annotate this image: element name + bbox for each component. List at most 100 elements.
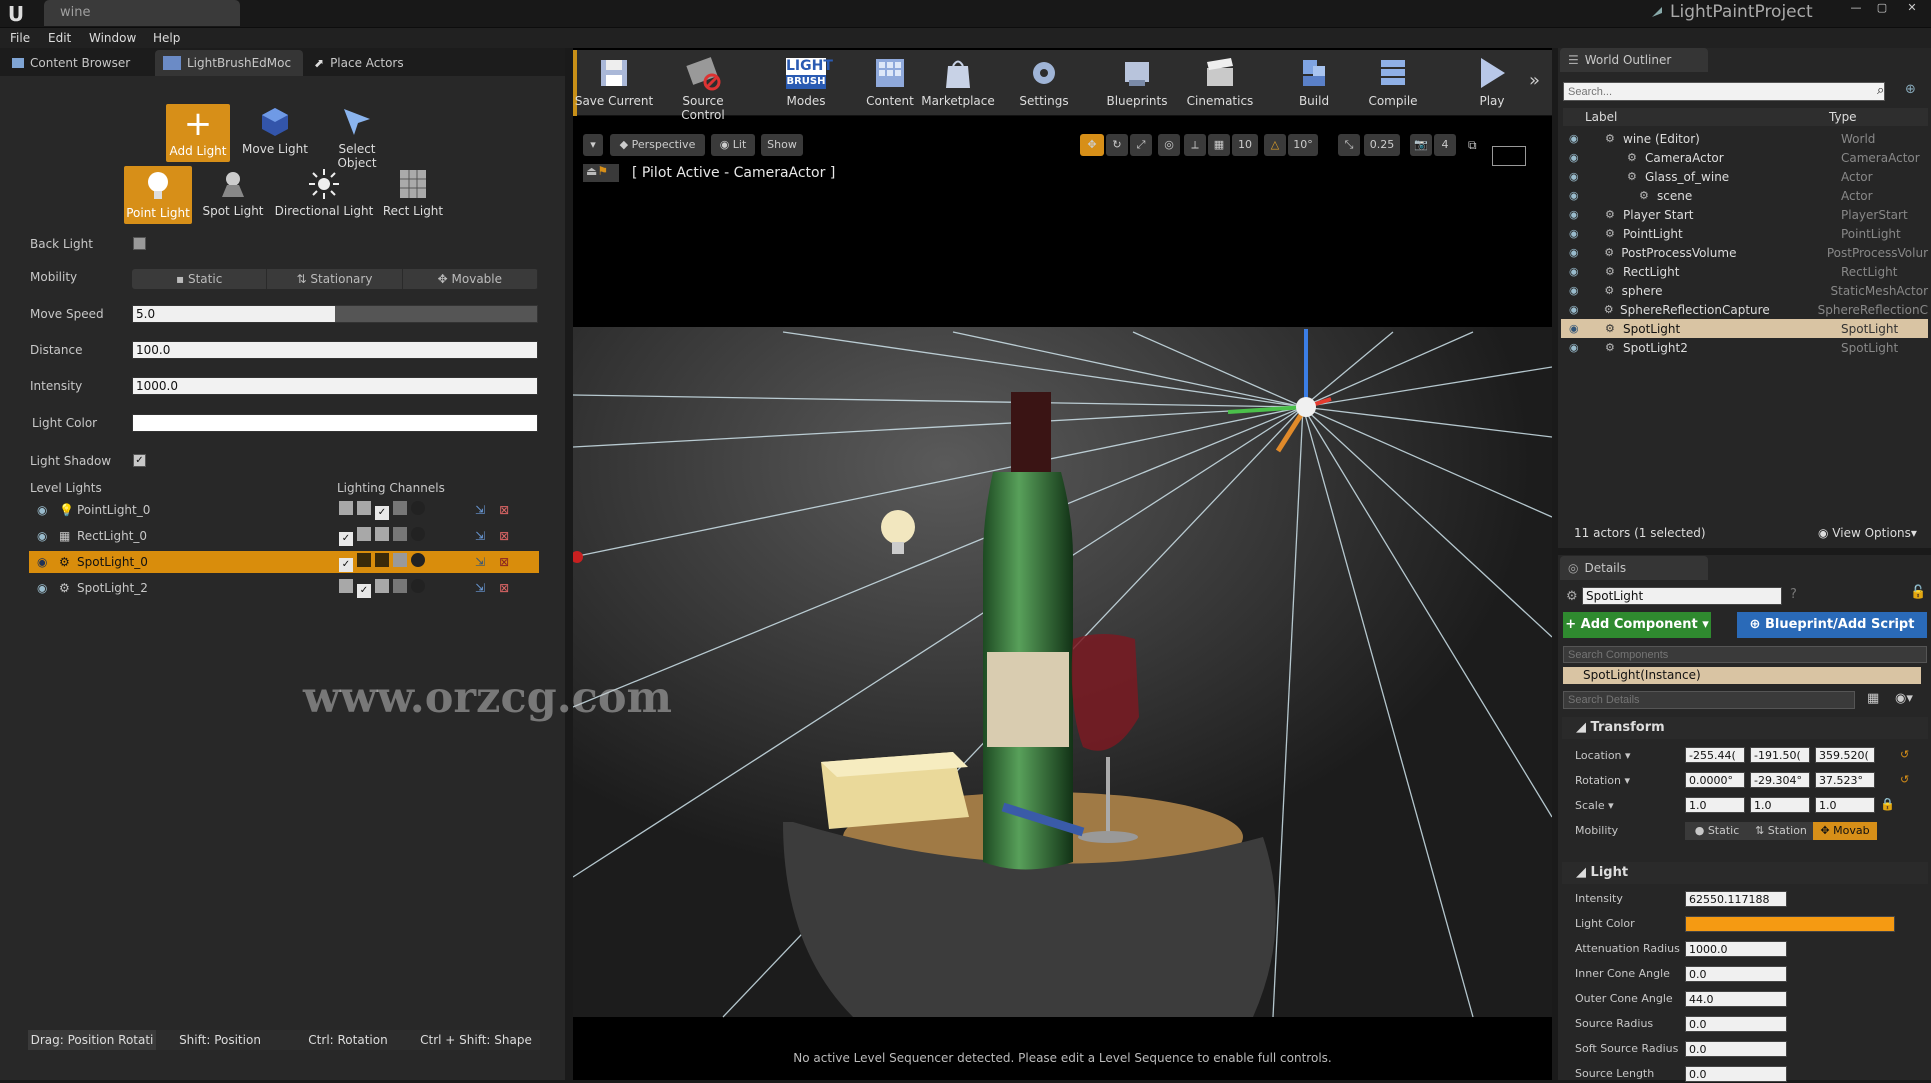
menu-edit[interactable]: Edit bbox=[48, 31, 71, 45]
outliner-row[interactable]: ◉ ⚙ PostProcessVolume PostProcessVolur bbox=[1561, 243, 1928, 262]
delete-icon[interactable]: ⊠ bbox=[499, 581, 509, 595]
level-light-row-selected[interactable]: ◉ ⚙ SpotLight_0 ✓ ⇲ ⊠ bbox=[29, 551, 539, 573]
perspective-button[interactable]: ◆ Perspective bbox=[610, 134, 705, 156]
scale-snap-value[interactable]: 0.25 bbox=[1364, 134, 1400, 156]
channel-1-checkbox[interactable] bbox=[357, 526, 371, 541]
visibility-filter-icon[interactable]: ◉▾ bbox=[1895, 691, 1913, 706]
level-light-row[interactable]: ◉ ▦ RectLight_0 ✓ ⇲ ⊠ bbox=[29, 525, 539, 547]
build-button[interactable]: Build bbox=[1274, 54, 1354, 108]
mobility-movable[interactable]: ✥ Movable bbox=[403, 269, 538, 289]
compile-button[interactable]: Compile bbox=[1353, 54, 1433, 108]
transform-section[interactable]: ◢ Transform bbox=[1562, 717, 1928, 739]
viewport-scene[interactable] bbox=[573, 117, 1552, 1080]
outliner-row[interactable]: ◉ ⚙ PointLight PointLight bbox=[1561, 224, 1928, 243]
channel-0-checkbox[interactable]: ✓ bbox=[339, 531, 353, 546]
outliner-row[interactable]: ◉ ⚙ SpotLight SpotLight bbox=[1561, 319, 1928, 338]
select-object-button[interactable]: Select Object bbox=[318, 104, 396, 170]
dark-icon[interactable] bbox=[411, 500, 425, 515]
light-prop-field[interactable]: 1000.0 bbox=[1685, 941, 1787, 957]
grid-size-value[interactable]: 10 bbox=[1232, 134, 1258, 156]
light-shadow-checkbox[interactable]: ✓ bbox=[133, 454, 146, 467]
point-light-button[interactable]: Point Light bbox=[124, 166, 192, 224]
scale-mode-icon[interactable]: ⤢ bbox=[1130, 134, 1152, 156]
locate-icon[interactable]: ⇲ bbox=[475, 503, 485, 517]
grid-snap-icon[interactable]: ▦ bbox=[1208, 134, 1230, 156]
outliner-row[interactable]: ◉ ⚙ sphere StaticMeshActor bbox=[1561, 281, 1928, 300]
delete-icon[interactable]: ⊠ bbox=[499, 529, 509, 543]
outliner-search-input[interactable] bbox=[1563, 82, 1885, 101]
eye-icon[interactable]: ◉ bbox=[37, 529, 51, 543]
outliner-row[interactable]: ◉ ⚙ SpotLight2 SpotLight bbox=[1561, 338, 1928, 357]
level-light-row[interactable]: ◉ ⚙ SpotLight_2 ✓ ⇲ ⊠ bbox=[29, 577, 539, 599]
directional-light-button[interactable]: Directional Light bbox=[274, 166, 374, 218]
delete-icon[interactable]: ⊠ bbox=[499, 555, 509, 569]
minimize-button[interactable]: — bbox=[1842, 0, 1870, 16]
outliner-row[interactable]: ◉ ⚙ RectLight RectLight bbox=[1561, 262, 1928, 281]
eye-icon[interactable]: ◉ bbox=[1569, 265, 1583, 279]
tab-details[interactable]: ◎ Details bbox=[1560, 556, 1708, 580]
eye-icon[interactable]: ◉ bbox=[1569, 151, 1583, 165]
search-details-input[interactable] bbox=[1563, 691, 1855, 709]
channel-1-checkbox[interactable] bbox=[357, 500, 371, 515]
move-light-button[interactable]: Move Light bbox=[240, 104, 310, 156]
rotate-mode-icon[interactable]: ↻ bbox=[1106, 134, 1128, 156]
outliner-row[interactable]: ◉ ⚙ wine (Editor) World bbox=[1561, 129, 1928, 148]
source-control-icon[interactable] bbox=[1650, 5, 1664, 19]
eye-icon[interactable]: ◉ bbox=[37, 503, 51, 517]
reset-icon[interactable]: ↺ bbox=[1900, 773, 1909, 786]
blueprint-add-script-button[interactable]: ⊕ Blueprint/Add Script bbox=[1737, 612, 1927, 638]
eject-pilot-button[interactable]: ⏏⚑ bbox=[583, 164, 619, 182]
property-matrix-icon[interactable]: ▦ bbox=[1867, 691, 1879, 706]
bake-icon[interactable] bbox=[393, 500, 407, 515]
outliner-row[interactable]: ◉ ⚙ Player Start PlayerStart bbox=[1561, 205, 1928, 224]
reset-icon[interactable]: ↺ bbox=[1900, 748, 1909, 761]
show-button[interactable]: Show bbox=[761, 134, 803, 156]
light-prop-field[interactable]: 0.0 bbox=[1685, 966, 1787, 982]
bake-icon[interactable] bbox=[393, 526, 407, 541]
dark-icon[interactable] bbox=[411, 578, 425, 593]
save-current-button[interactable]: Save Current bbox=[574, 54, 654, 108]
tab-content-browser[interactable]: Content Browser bbox=[4, 50, 152, 76]
close-button[interactable]: ✕ bbox=[1894, 0, 1930, 16]
eye-icon[interactable]: ◉ bbox=[1569, 246, 1582, 260]
eye-icon[interactable]: ◉ bbox=[1569, 189, 1583, 203]
bake-icon[interactable] bbox=[393, 552, 407, 567]
light-prop-field[interactable]: 62550.117188 bbox=[1685, 891, 1787, 907]
outliner-row[interactable]: ◉ ⚙ Glass_of_wine Actor bbox=[1561, 167, 1928, 186]
maximize-viewport-icon[interactable]: ⧉ bbox=[1468, 138, 1477, 153]
channel-1-checkbox[interactable]: ✓ bbox=[357, 583, 371, 598]
light-color-swatch[interactable] bbox=[132, 414, 538, 432]
label-column[interactable]: Label bbox=[1585, 110, 1617, 124]
channel-2-checkbox[interactable] bbox=[375, 526, 389, 541]
rotation-x-field[interactable]: 0.0000° bbox=[1685, 772, 1745, 788]
add-light-button[interactable]: + Add Light bbox=[166, 104, 230, 162]
rotation-y-field[interactable]: -29.304° bbox=[1750, 772, 1810, 788]
dark-icon[interactable] bbox=[411, 552, 425, 567]
cinematics-button[interactable]: Cinematics bbox=[1180, 54, 1260, 108]
mobility-movable[interactable]: ✥ Movab bbox=[1813, 822, 1877, 840]
tab-light-brush[interactable]: LightBrushEdMoc bbox=[155, 50, 303, 76]
lit-button[interactable]: ◉ Lit bbox=[711, 134, 755, 156]
play-button[interactable]: Play bbox=[1452, 54, 1532, 108]
location-z-field[interactable]: 359.520( bbox=[1815, 747, 1875, 763]
delete-icon[interactable]: ⊠ bbox=[499, 503, 509, 517]
lock-icon[interactable]: 🔓 bbox=[1910, 585, 1926, 600]
locate-icon[interactable]: ⇲ bbox=[475, 555, 485, 569]
mobility-stationary[interactable]: ⇅ Station bbox=[1749, 822, 1813, 840]
location-y-field[interactable]: -191.50( bbox=[1750, 747, 1810, 763]
eye-icon[interactable]: ◉ bbox=[1569, 170, 1583, 184]
scale-x-field[interactable]: 1.0 bbox=[1685, 797, 1745, 813]
component-instance-row[interactable]: SpotLight(Instance) bbox=[1563, 667, 1921, 684]
rect-light-button[interactable]: Rect Light bbox=[378, 166, 448, 218]
rotation-snap-value[interactable]: 10° bbox=[1288, 134, 1318, 156]
spot-light-button[interactable]: Spot Light bbox=[198, 166, 268, 218]
eye-icon[interactable]: ◉ bbox=[1569, 208, 1583, 222]
blueprints-button[interactable]: Blueprints bbox=[1097, 54, 1177, 108]
menu-help[interactable]: Help bbox=[153, 31, 180, 45]
camera-speed-value[interactable]: 4 bbox=[1434, 134, 1456, 156]
help-icon[interactable]: ? bbox=[1790, 587, 1797, 602]
outliner-row[interactable]: ◉ ⚙ SphereReflectionCapture SphereReflectio… bbox=[1561, 300, 1928, 319]
channel-2-checkbox[interactable] bbox=[375, 552, 389, 567]
layout-icon[interactable] bbox=[1492, 146, 1526, 166]
channel-2-checkbox[interactable] bbox=[375, 578, 389, 593]
